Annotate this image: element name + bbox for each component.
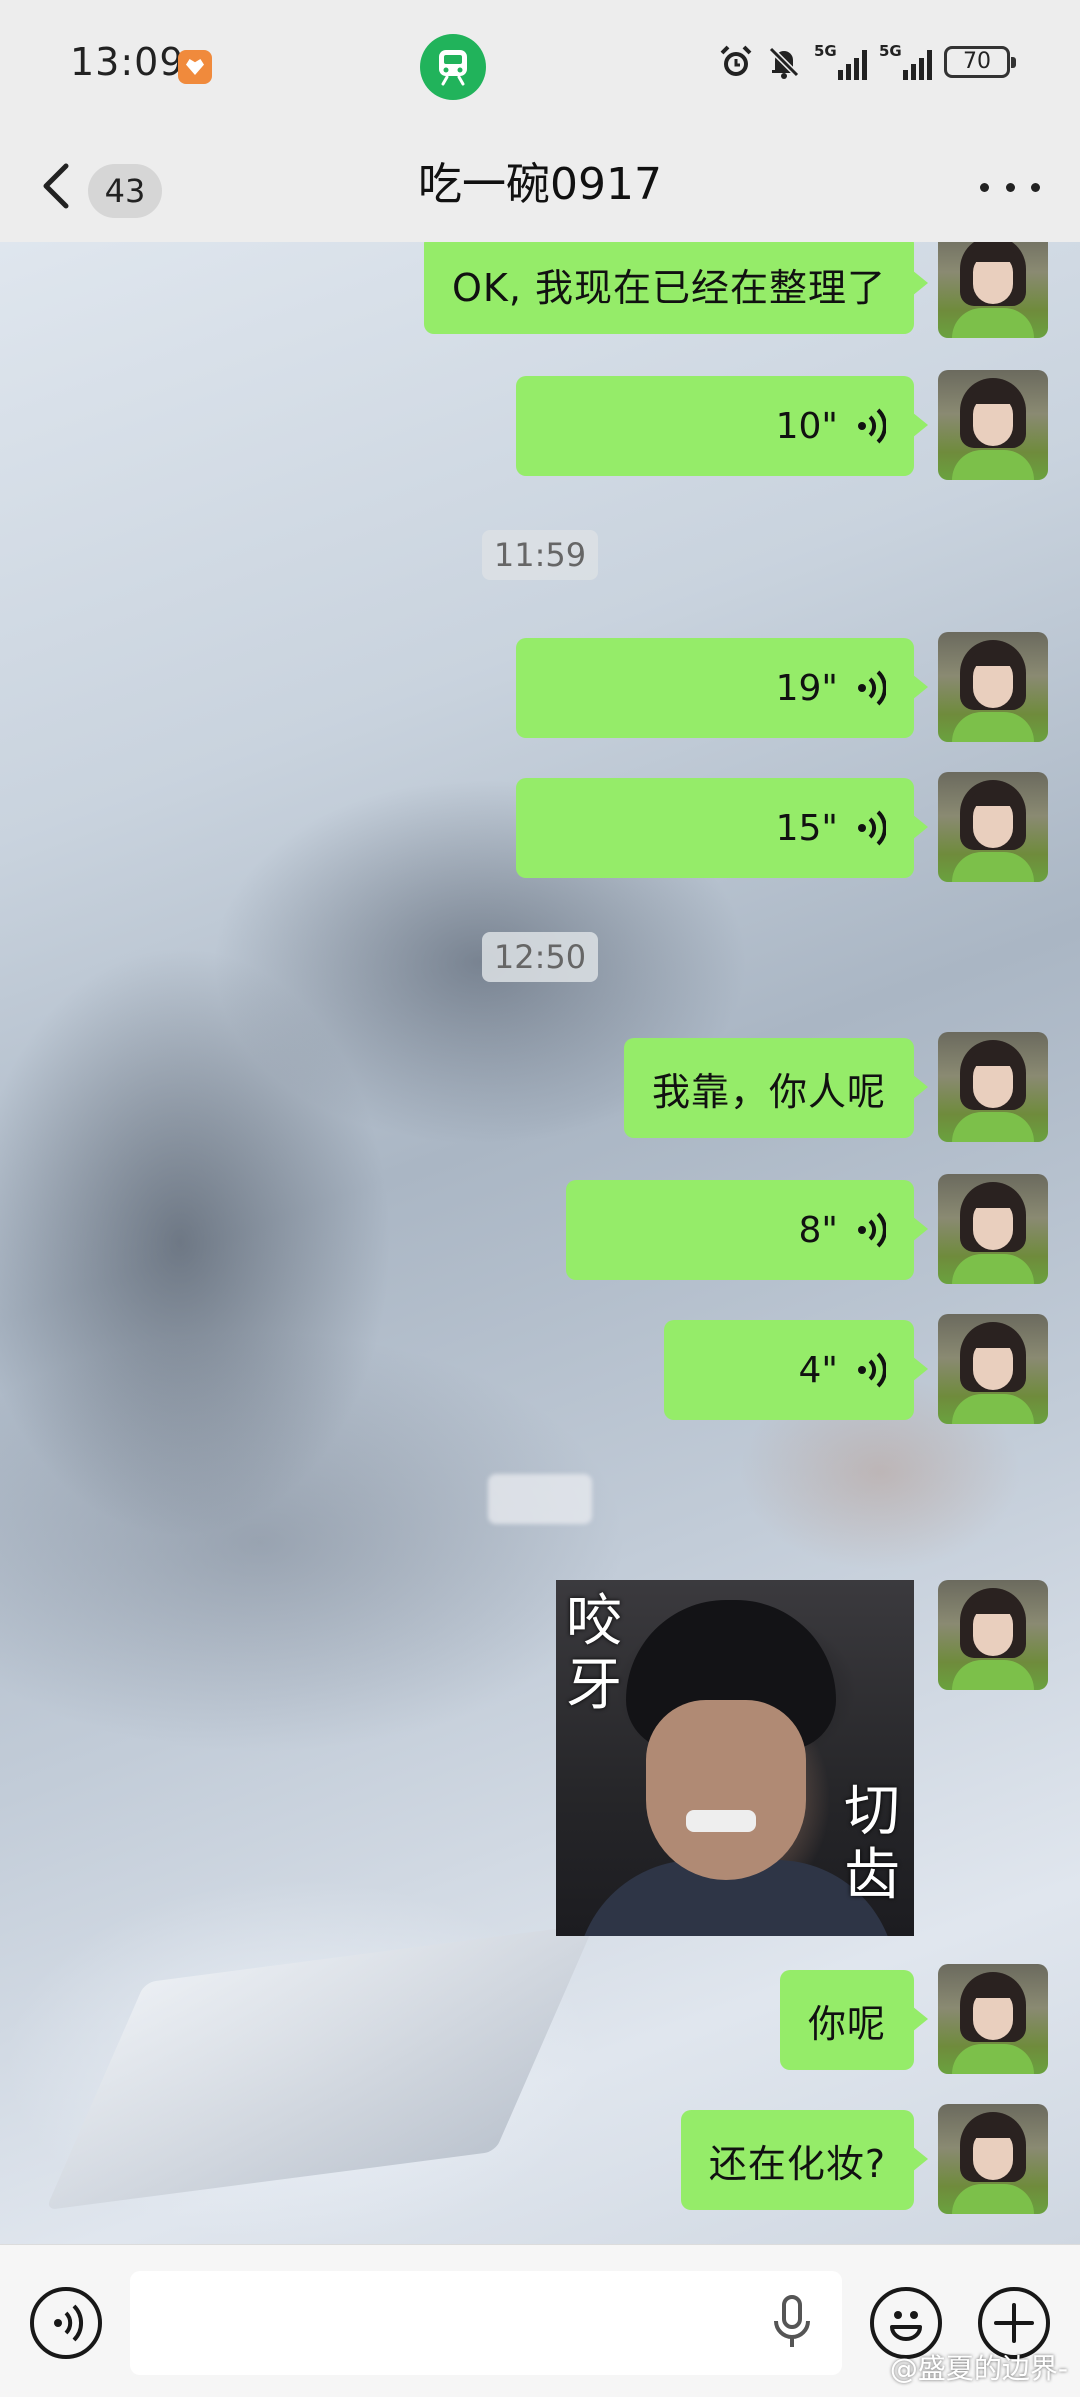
- plus-icon: [994, 2303, 1034, 2343]
- voice-message-bubble[interactable]: 19": [516, 638, 928, 738]
- avatar[interactable]: [938, 1314, 1048, 1424]
- timestamp-divider: 12:50: [0, 932, 1080, 982]
- voice-duration: 10": [775, 405, 838, 447]
- avatar[interactable]: [938, 370, 1048, 480]
- avatar[interactable]: [938, 1964, 1048, 2074]
- voice-message-bubble[interactable]: 4": [664, 1320, 928, 1420]
- emoji-icon: [890, 2311, 922, 2341]
- avatar[interactable]: [938, 1032, 1048, 1142]
- timestamp-text: 11:59: [481, 530, 599, 580]
- text-message-bubble[interactable]: 你呢: [779, 1970, 929, 2070]
- signal-1-label: 5G: [814, 42, 837, 60]
- voice-duration: 8": [798, 1209, 838, 1251]
- voice-icon: [858, 670, 886, 706]
- status-icons: 5G 5G 70: [718, 42, 1016, 80]
- text-message-bubble[interactable]: OK, 我现在已经在整理了: [424, 242, 928, 334]
- avatar[interactable]: [938, 1580, 1048, 1690]
- voice-duration: 15": [775, 807, 838, 849]
- message-text: 我靠，你人呢: [651, 1069, 886, 1114]
- more-icon: [980, 182, 989, 192]
- mute-icon: [766, 44, 802, 80]
- signal-icon-1: 5G: [814, 42, 867, 80]
- voice-duration: 19": [775, 667, 838, 709]
- message-text: 还在化妆?: [708, 2141, 886, 2186]
- wallpaper-decoration: [45, 1923, 595, 2211]
- status-time: 13:09: [70, 40, 185, 84]
- voice-icon: [858, 408, 886, 444]
- message-row: 8": [566, 1174, 1048, 1284]
- message-input[interactable]: [130, 2271, 842, 2375]
- avatar[interactable]: [938, 2104, 1048, 2214]
- input-bar: @盛夏的边界-: [0, 2244, 1080, 2397]
- watermark: @盛夏的边界-: [889, 2352, 1068, 2385]
- train-icon: [420, 34, 486, 100]
- signal-2-label: 5G: [879, 42, 902, 60]
- voice-mode-button[interactable]: [30, 2287, 102, 2359]
- more-button[interactable]: [980, 160, 1040, 214]
- avatar[interactable]: [938, 632, 1048, 742]
- avatar[interactable]: [938, 242, 1048, 338]
- message-row: OK, 我现在已经在整理了: [424, 242, 1048, 338]
- voice-message-bubble[interactable]: 15": [516, 778, 928, 878]
- message-row: 还在化妆?: [680, 2104, 1048, 2214]
- avatar[interactable]: [938, 1174, 1048, 1284]
- sticker-image[interactable]: 咬牙 切齿: [556, 1580, 914, 1936]
- timestamp-divider: 11:59: [0, 530, 1080, 580]
- alarm-icon: [718, 44, 754, 80]
- voice-icon: [858, 1212, 886, 1248]
- avatar[interactable]: [938, 772, 1048, 882]
- timestamp-text: 12:50: [481, 932, 599, 982]
- voice-icon: [858, 1352, 886, 1388]
- voice-message-bubble[interactable]: 8": [566, 1180, 928, 1280]
- message-row: 我靠，你人呢: [623, 1032, 1048, 1142]
- status-bar: 13:09 5G 5G 70: [0, 0, 1080, 130]
- text-message-bubble[interactable]: 我靠，你人呢: [623, 1038, 929, 1138]
- blurred-timestamp: [488, 1474, 592, 1524]
- text-message-bubble[interactable]: 还在化妆?: [680, 2110, 929, 2210]
- message-row: 15": [516, 772, 1048, 882]
- voice-message-bubble[interactable]: 10": [516, 376, 928, 476]
- chat-title: 吃一碗0917: [418, 159, 662, 210]
- chat-message-list[interactable]: OK, 我现在已经在整理了 10" 11:59 19" 15" 12:50 我靠…: [0, 242, 1080, 2244]
- message-row: 10": [516, 370, 1048, 480]
- notification-app-icon: [178, 50, 212, 84]
- message-row: 咬牙 切齿: [556, 1580, 1048, 1936]
- battery-icon: 70: [944, 46, 1016, 78]
- message-text: OK, 我现在已经在整理了: [452, 265, 886, 310]
- voice-toggle-icon: [54, 2304, 84, 2342]
- message-row: 19": [516, 632, 1048, 742]
- mic-icon[interactable]: [772, 2295, 812, 2351]
- voice-duration: 4": [798, 1349, 838, 1391]
- chat-header: 43 吃一碗0917: [0, 130, 1080, 242]
- message-text: 你呢: [807, 2001, 886, 2046]
- sticker-caption-right: 切齿: [844, 1779, 900, 1908]
- message-row: 4": [664, 1314, 1048, 1424]
- voice-icon: [858, 810, 886, 846]
- sticker-caption-left: 咬牙: [566, 1589, 622, 1718]
- message-row: 你呢: [779, 1964, 1048, 2074]
- signal-icon-2: 5G: [879, 42, 932, 80]
